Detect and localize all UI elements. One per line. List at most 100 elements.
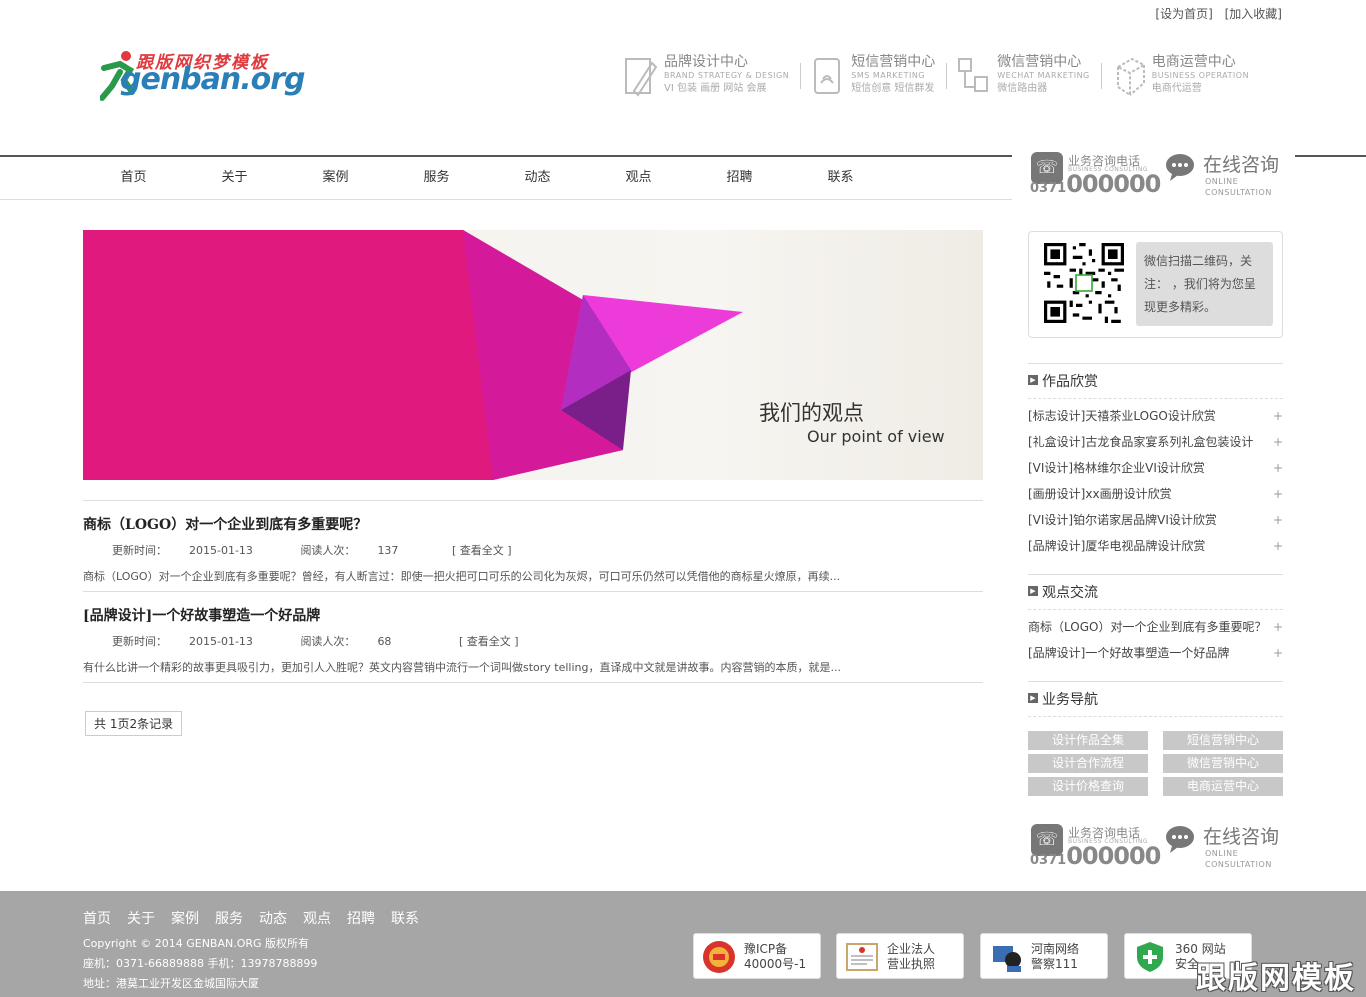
add-favorite-link[interactable]: [加入收藏] [1225, 7, 1282, 21]
arrow-square-icon: ▶ [1028, 693, 1038, 703]
section-header: ▶ 作品欣赏 [1028, 363, 1283, 399]
list-item: 商标（LOGO）对一个企业到底有多重要呢？ 更新时间： 2015-01-13 阅读… [83, 501, 983, 592]
online-en-line2: CONSULTATION [1205, 860, 1272, 869]
nav-services[interactable]: 服务 [386, 157, 487, 198]
center-title: 微信营销中心 [997, 54, 1082, 70]
set-homepage-link[interactable]: [设为首页] [1155, 7, 1212, 21]
badge-text: 豫ICP备 40000号-1 [744, 942, 806, 972]
section-header: ▶ 观点交流 [1028, 574, 1283, 610]
nav-cases[interactable]: 案例 [285, 157, 386, 198]
read-more-link[interactable]: [ 查看全文 ] [459, 635, 519, 648]
footer-nav: 首页 关于 案例 服务 动态 观点 招聘 联系 [83, 908, 435, 928]
center-title: 短信营销中心 [851, 54, 936, 70]
center-ecommerce-operation[interactable]: 电商运营中心 BUSINESS OPERATION 电商代运营 [1110, 53, 1261, 99]
net-police-badge[interactable]: 河南网络 警察111 [980, 933, 1108, 979]
phone-text: 座机：0371-66889888 手机：13978788899 [83, 957, 318, 970]
biz-nav-button[interactable]: 短信营销中心 [1163, 731, 1283, 750]
header-divider [1295, 155, 1366, 157]
business-license-badge[interactable]: 企业法人 营业执照 [836, 933, 964, 979]
icp-badge[interactable]: 豫ICP备 40000号-1 [693, 933, 821, 979]
hero-banner: 我们的观点 Our point of view [83, 230, 983, 480]
footer-nav-services[interactable]: 服务 [215, 908, 243, 928]
pencil-doc-icon [625, 58, 658, 97]
section-title: 作品欣赏 [1042, 374, 1098, 390]
nav-views[interactable]: 观点 [588, 157, 689, 198]
list-item[interactable]: [VI设计]格林维尔企业VI设计欣赏 [1028, 455, 1283, 481]
nav-contact[interactable]: 联系 [790, 157, 891, 198]
footer-nav-news[interactable]: 动态 [259, 908, 287, 928]
wechat-qr-box: 微信扫描二维码，关注： ，我们将为您呈现更多精彩。 [1028, 231, 1283, 338]
online-consult-en: ONLINE CONSULTATION [1205, 176, 1272, 198]
number: 000000 [1066, 842, 1161, 870]
article-meta: 更新时间： 2015-01-13 阅读人次： 137 [ 查看全文 ] [83, 542, 983, 558]
badge-line1: 豫ICP备 [744, 942, 788, 956]
list-item[interactable]: [品牌设计]厦华电视品牌设计欣赏 [1028, 533, 1283, 559]
center-desc: 微信路由器 [997, 83, 1048, 94]
badge-line2: 40000号-1 [744, 957, 807, 971]
badge-line1: 企业法人 [887, 942, 936, 956]
logo-english-text: genban.org [120, 62, 306, 97]
nav-home[interactable]: 首页 [83, 157, 184, 198]
chat-bubble-icon[interactable] [1164, 152, 1194, 182]
list-item[interactable]: [标志设计]天禧茶业LOGO设计欣赏 [1028, 403, 1283, 429]
read-count: 阅读人次： 137 [300, 544, 420, 557]
badge-line2: 警察111 [1031, 957, 1078, 971]
qr-code-icon [1044, 243, 1124, 323]
footer-nav-about[interactable]: 关于 [127, 908, 155, 928]
contact-block-bottom: ☏ 业务咨询电话 BUSINESS CONSULTING 0371000000 … [1028, 824, 1283, 876]
business-nav-section: ▶ 业务导航 [1028, 681, 1283, 717]
list-item[interactable]: [礼盒设计]古龙食品家宴系列礼盒包装设计 [1028, 429, 1283, 455]
biz-nav-button[interactable]: 设计价格查询 [1028, 777, 1148, 796]
date-value: 2015-01-13 [189, 544, 253, 557]
footer-nav-jobs[interactable]: 招聘 [347, 908, 375, 928]
footer-nav-cases[interactable]: 案例 [171, 908, 199, 928]
contact-block-top: ☏ 业务咨询电话 BUSINESS CONSULTING 0371000000 … [1028, 152, 1283, 204]
center-title: 电商运营中心 [1151, 54, 1236, 70]
center-sms-marketing[interactable]: 短信营销中心 SMS MARKETING 短信创意 短信群发 [809, 53, 948, 99]
top-links: [设为首页] [加入收藏] [1147, 5, 1282, 22]
article-title[interactable]: [品牌设计]一个好故事塑造一个好品牌 [83, 605, 983, 625]
center-subtitle: BRAND STRATEGY & DESIGN [664, 71, 790, 80]
online-en-line1: ONLINE [1205, 849, 1239, 858]
number: 000000 [1066, 170, 1161, 198]
site-logo[interactable]: 跟版网织梦模板 genban.org [100, 48, 306, 108]
online-consult-label[interactable]: 在线咨询 [1203, 150, 1279, 177]
biz-nav-button[interactable]: 电商运营中心 [1163, 777, 1283, 796]
business-nav-grid: 设计作品全集 短信营销中心 设计合作流程 微信营销中心 设计价格查询 电商运营中… [1028, 731, 1283, 796]
center-wechat-marketing[interactable]: 微信营销中心 WECHAT MARKETING 微信路由器 [955, 53, 1102, 99]
banner-title: 我们的观点 [759, 401, 864, 425]
service-centers: 品牌设计中心 BRAND STRATEGY & DESIGN VI 包装 画册 … [622, 53, 1269, 99]
badge-text: 河南网络 警察111 [1031, 942, 1079, 972]
center-brand-design[interactable]: 品牌设计中心 BRAND STRATEGY & DESIGN VI 包装 画册 … [622, 53, 802, 99]
shield-icon [1137, 942, 1163, 972]
biz-nav-button[interactable]: 微信营销中心 [1163, 754, 1283, 773]
list-item[interactable]: 商标（LOGO）对一个企业到底有多重要呢？ [1028, 614, 1283, 640]
arrow-square-icon: ▶ [1028, 375, 1038, 385]
footer-nav-contact[interactable]: 联系 [391, 908, 419, 928]
article-list: 商标（LOGO）对一个企业到底有多重要呢？ 更新时间： 2015-01-13 阅读… [83, 500, 983, 683]
nav-about[interactable]: 关于 [184, 157, 285, 198]
nav-news[interactable]: 动态 [487, 157, 588, 198]
online-consult-label[interactable]: 在线咨询 [1203, 822, 1279, 849]
list-item[interactable]: [品牌设计]一个好故事塑造一个好品牌 [1028, 640, 1283, 666]
online-en-line2: CONSULTATION [1205, 188, 1272, 197]
article-title[interactable]: 商标（LOGO）对一个企业到底有多重要呢？ [83, 514, 983, 534]
chat-bubble-icon[interactable] [1164, 824, 1194, 854]
footer-nav-home[interactable]: 首页 [83, 908, 111, 928]
arrow-square-icon: ▶ [1028, 586, 1038, 596]
pagination-info: 共 1页2条记录 [85, 711, 183, 736]
nav-jobs[interactable]: 招聘 [689, 157, 790, 198]
list-item[interactable]: [VI设计]铂尔诺家居品牌VI设计欣赏 [1028, 507, 1283, 533]
badge-line2: 营业执照 [887, 957, 936, 971]
biz-nav-button[interactable]: 设计作品全集 [1028, 731, 1148, 750]
biz-nav-button[interactable]: 设计合作流程 [1028, 754, 1148, 773]
main-navigation: 首页 关于 案例 服务 动态 观点 招聘 联系 [0, 155, 1012, 200]
read-count: 阅读人次： 68 [300, 635, 413, 648]
center-title: 品牌设计中心 [664, 54, 748, 70]
read-more-link[interactable]: [ 查看全文 ] [452, 544, 512, 557]
badge-text: 企业法人 营业执照 [887, 942, 935, 972]
center-desc: VI 包装 画册 网站 会展 [664, 83, 767, 94]
phone-number: 0371000000 [1030, 170, 1161, 198]
footer-nav-views[interactable]: 观点 [303, 908, 331, 928]
list-item[interactable]: [画册设计]xx画册设计欣赏 [1028, 481, 1283, 507]
